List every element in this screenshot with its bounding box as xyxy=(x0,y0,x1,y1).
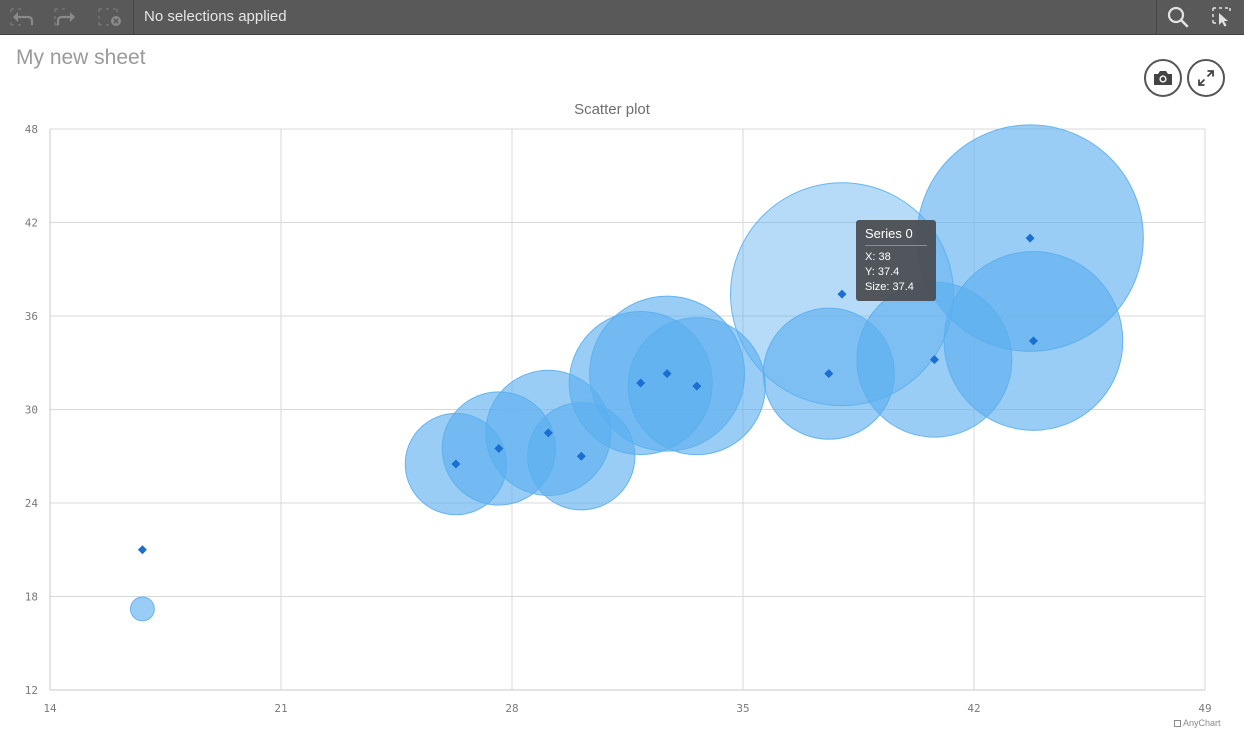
bubble xyxy=(129,596,155,622)
y-tick-label: 48 xyxy=(25,123,38,136)
x-tick-label: 14 xyxy=(43,702,57,715)
y-tick-label: 36 xyxy=(25,310,38,323)
tooltip-series-name: Series 0 xyxy=(865,226,927,246)
x-tick-label: 49 xyxy=(1198,702,1211,715)
y-tick-label: 42 xyxy=(25,217,38,230)
x-tick-label: 42 xyxy=(967,702,980,715)
y-tick-label: 18 xyxy=(25,591,38,604)
point-marker xyxy=(137,545,147,555)
tooltip-size-value: Size: 37.4 xyxy=(865,281,914,293)
x-tick-label: 28 xyxy=(505,702,518,715)
y-tick-label: 24 xyxy=(25,497,39,510)
tooltip-x-value: X: 38 xyxy=(865,251,891,263)
point-tooltip: Series 0 X: 38 Y: 37.4 Size: 37.4 xyxy=(856,220,936,301)
credits-text: AnyChart xyxy=(1183,718,1221,728)
x-tick-label: 35 xyxy=(736,702,749,715)
x-tick-label: 21 xyxy=(274,702,287,715)
anychart-logo-icon xyxy=(1174,719,1181,727)
scatter-chart: 14 21 28 35 42 49 12 18 24 30 36 42 48 xyxy=(25,123,1212,715)
tooltip-y-value: Y: 37.4 xyxy=(865,266,900,278)
y-tick-label: 12 xyxy=(25,684,38,697)
bubble-layer xyxy=(129,124,1144,622)
chart-credits[interactable]: AnyChart xyxy=(1174,718,1221,728)
y-tick-label: 30 xyxy=(25,404,38,417)
